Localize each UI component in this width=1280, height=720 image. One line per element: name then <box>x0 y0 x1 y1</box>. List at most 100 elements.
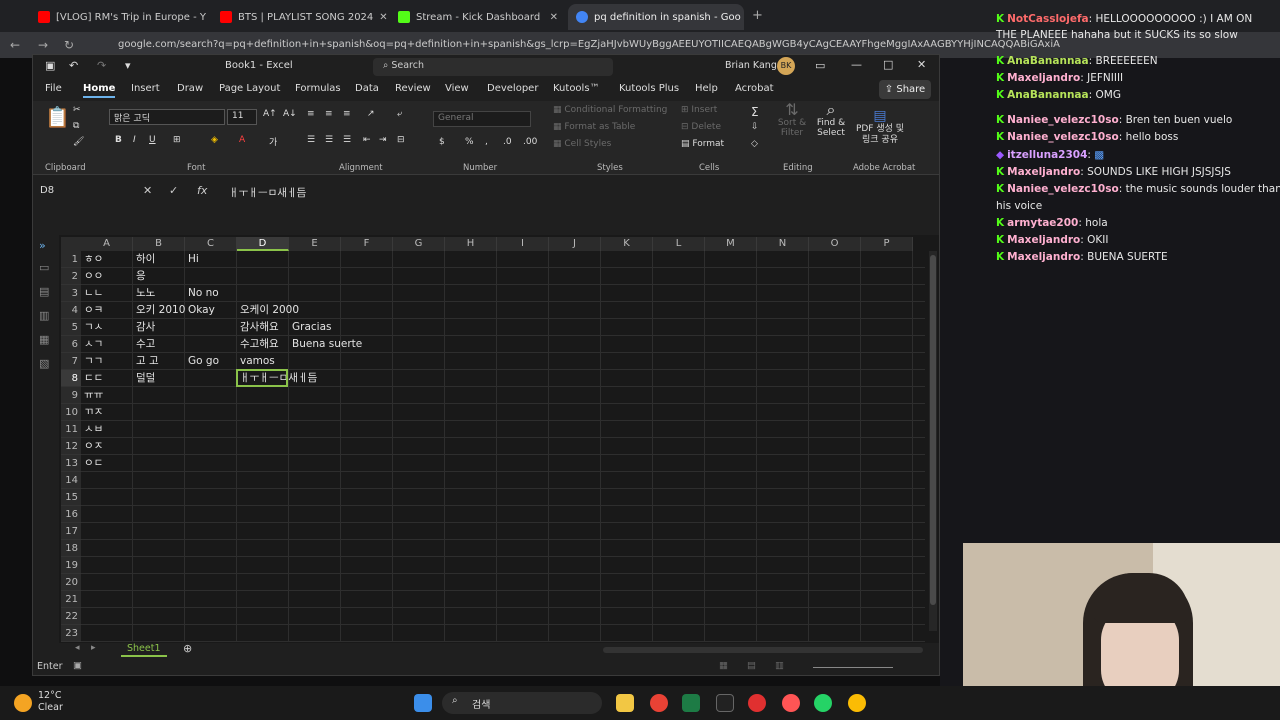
wrap-text-icon[interactable]: ⤶ <box>397 109 402 119</box>
row-header[interactable]: 2 <box>61 268 81 285</box>
taskbar-search[interactable]: ⌕ 검색 <box>442 692 602 714</box>
tab-help[interactable]: Help <box>695 83 718 94</box>
worksheet-grid[interactable]: » ▭ ▤ ▥ ▦ ▧ ABCDEFGHIJKLMNOP 1 2 3 4 5 6 7 8 9 10… <box>33 235 939 675</box>
tool-icon[interactable]: ▥ <box>39 309 49 322</box>
cell[interactable]: Go go <box>185 353 219 370</box>
align-right-icon[interactable]: ☰ <box>343 135 351 145</box>
formula-input[interactable]: ㅐㅜㅐㅡㅁ새ㅔ듬 <box>229 183 919 223</box>
sort-filter-button[interactable]: ⇅ Sort & Filter <box>775 102 809 139</box>
currency-icon[interactable]: $ <box>439 137 445 147</box>
cell[interactable]: ㅇㅋ <box>81 302 103 319</box>
row-header[interactable]: 9 <box>61 387 81 404</box>
underline-button[interactable]: U <box>149 135 156 145</box>
expand-icon[interactable]: » <box>39 239 46 252</box>
tab-formulas[interactable]: Formulas <box>295 83 341 94</box>
forward-icon[interactable]: → <box>38 38 48 52</box>
orientation-icon[interactable]: ↗ <box>367 109 375 119</box>
decrease-font-icon[interactable]: A↓ <box>283 109 297 119</box>
close-icon[interactable]: ✕ <box>206 12 210 23</box>
search-input[interactable]: ⌕ Search <box>373 58 613 76</box>
decrease-indent-icon[interactable]: ⇤ <box>363 135 371 145</box>
cell[interactable]: 덜덜 <box>133 370 155 387</box>
column-header[interactable]: C <box>185 237 237 251</box>
cell[interactable]: Okay <box>185 302 215 319</box>
cell[interactable]: No no <box>185 285 219 302</box>
row-header[interactable]: 14 <box>61 472 81 489</box>
tab-data[interactable]: Data <box>355 83 379 94</box>
cell[interactable]: ㄱㅅ <box>81 319 103 336</box>
whatsapp-icon[interactable] <box>814 694 832 712</box>
cell[interactable]: 응 <box>133 268 146 285</box>
row-header[interactable]: 16 <box>61 506 81 523</box>
autosum-icon[interactable]: Σ <box>751 105 759 119</box>
close-icon[interactable]: ✕ <box>373 12 387 23</box>
undo-icon[interactable]: ↶ <box>69 59 78 72</box>
cut-icon[interactable]: ✂ <box>73 105 81 115</box>
row-header[interactable]: 8 <box>61 370 81 387</box>
cell[interactable]: 노노 <box>133 285 155 302</box>
share-button[interactable]: ⇪ Share <box>879 80 931 99</box>
row-header[interactable]: 11 <box>61 421 81 438</box>
cell[interactable]: 수고 <box>133 336 155 353</box>
browser-tab-bts[interactable]: BTS | PLAYLIST SONG 2024 ✕ <box>212 4 388 30</box>
zoom-slider[interactable] <box>813 667 893 668</box>
column-header[interactable]: J <box>549 237 601 251</box>
tab-insert[interactable]: Insert <box>131 83 160 94</box>
row-header[interactable]: 6 <box>61 336 81 353</box>
page-break-view-icon[interactable]: ▥ <box>775 660 784 671</box>
row-header[interactable]: 5 <box>61 319 81 336</box>
row-header[interactable]: 10 <box>61 404 81 421</box>
cell[interactable]: ㄱㄱ <box>81 353 103 370</box>
tool-icon[interactable]: ▭ <box>39 261 49 274</box>
excel-icon[interactable] <box>682 694 700 712</box>
prev-sheet-icon[interactable]: ◂ <box>75 643 80 653</box>
italic-button[interactable]: I <box>133 135 136 145</box>
column-header[interactable]: P <box>861 237 913 251</box>
cell[interactable]: 수고해요 <box>237 336 279 353</box>
font-color-icon[interactable]: A <box>239 135 245 145</box>
close-icon[interactable]: ✕ <box>741 12 744 23</box>
column-header[interactable]: H <box>445 237 497 251</box>
cell[interactable]: ㅇㅇ <box>81 268 103 285</box>
conditional-formatting-button[interactable]: ▦ Conditional Formatting <box>553 105 667 115</box>
column-header[interactable]: I <box>497 237 549 251</box>
tab-draw[interactable]: Draw <box>177 83 203 94</box>
merge-center-icon[interactable]: ⊟ <box>397 135 405 145</box>
cancel-icon[interactable]: ✕ <box>143 184 152 197</box>
cell[interactable]: ㄲㅈ <box>81 404 103 421</box>
cell[interactable]: ㅇㄷ <box>81 455 103 472</box>
row-header[interactable]: 3 <box>61 285 81 302</box>
fill-icon[interactable]: ⇩ <box>751 122 759 132</box>
column-header[interactable]: N <box>757 237 809 251</box>
fill-color-icon[interactable]: ◈ <box>211 135 218 145</box>
back-icon[interactable]: ← <box>10 38 20 52</box>
row-header[interactable]: 13 <box>61 455 81 472</box>
ribbon-display-icon[interactable]: ▭ <box>815 59 825 72</box>
find-select-button[interactable]: ⌕ Find & Select <box>811 102 851 139</box>
url-input[interactable]: google.com/search?q=pq+definition+in+spa… <box>100 36 1060 54</box>
row-header[interactable]: 1 <box>61 251 81 268</box>
comma-icon[interactable]: , <box>485 137 488 147</box>
tab-file[interactable]: File <box>45 83 62 94</box>
tab-review[interactable]: Review <box>395 83 431 94</box>
cell[interactable]: 고 고 <box>133 353 159 370</box>
page-layout-view-icon[interactable]: ▤ <box>747 660 756 671</box>
cell[interactable]: Hi <box>185 251 199 268</box>
capcut-icon[interactable] <box>716 694 734 712</box>
scroll-thumb[interactable] <box>930 255 936 605</box>
row-header[interactable]: 23 <box>61 625 81 642</box>
row-header[interactable]: 7 <box>61 353 81 370</box>
cell[interactable]: Buena suerte <box>289 336 362 353</box>
cell[interactable]: 하이 <box>133 251 155 268</box>
column-header[interactable]: F <box>341 237 393 251</box>
cell[interactable]: ㅠㅠ <box>81 387 103 404</box>
weather-widget[interactable]: 12°C Clear <box>38 690 63 714</box>
align-middle-icon[interactable]: ≡ <box>325 109 333 119</box>
format-painter-icon[interactable]: 🖌 <box>73 137 84 147</box>
tab-kutools[interactable]: Kutools™ <box>553 83 600 94</box>
align-bottom-icon[interactable]: ≡ <box>343 109 351 119</box>
column-header[interactable]: L <box>653 237 705 251</box>
next-sheet-icon[interactable]: ▸ <box>91 643 96 653</box>
select-all-corner[interactable] <box>61 237 81 251</box>
insert-cells-button[interactable]: ⊞ Insert <box>681 105 717 115</box>
